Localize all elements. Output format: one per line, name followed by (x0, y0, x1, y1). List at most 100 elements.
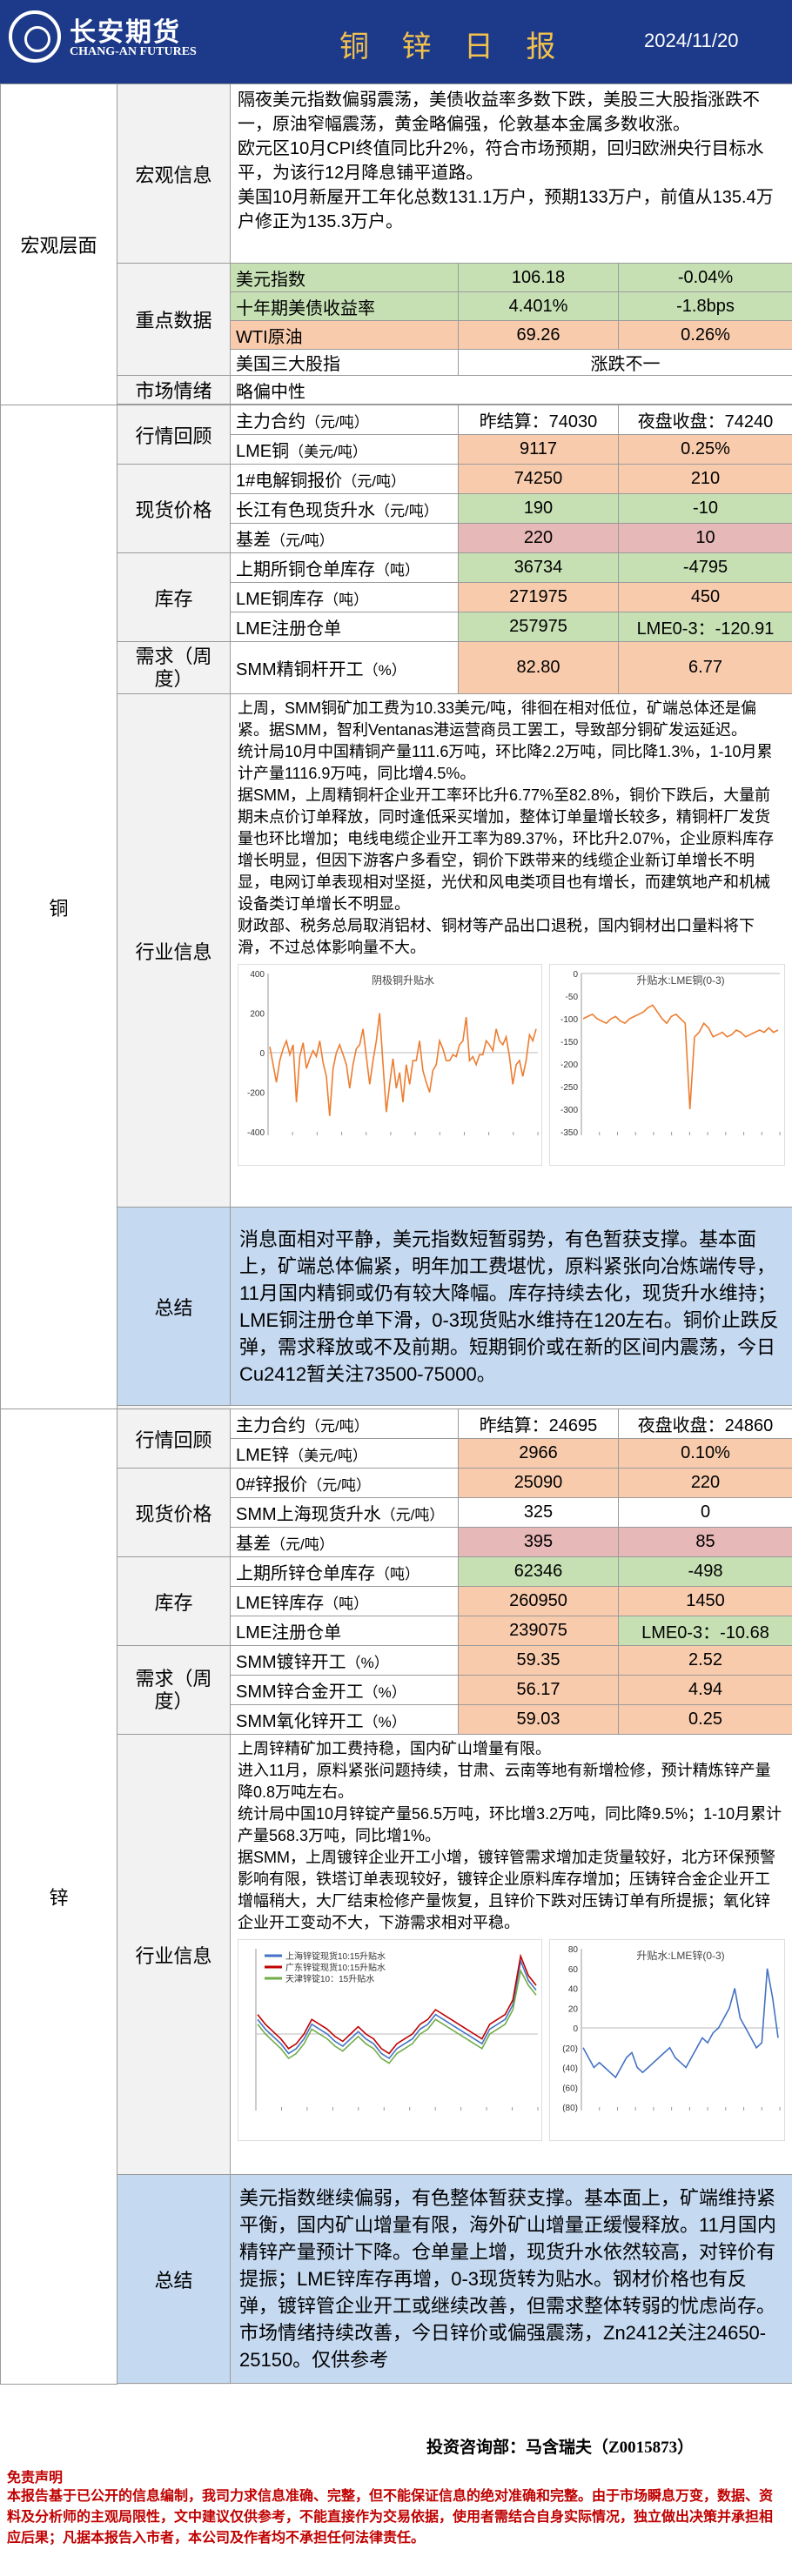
copper-inv-change: 450 (618, 582, 792, 612)
y-tick-label: -100 (560, 1015, 578, 1025)
y-tick-label: 60 (568, 1965, 579, 1975)
zinc-basis-change: 85 (618, 1527, 792, 1557)
y-tick-label: -50 (566, 993, 579, 1002)
report-date: 2024/11/20 (644, 30, 739, 51)
zinc-prev-settle: 昨结算：24695 (458, 1408, 619, 1439)
zinc-demand-value: 56.17 (458, 1675, 619, 1705)
zinc-spot-premium-chart: 上海锌锭现货10:15升贴水广东锌锭现货10:15升贴水天津锌锭10：15升贴水 (238, 1939, 543, 2141)
legend-label: 天津锌锭10：15升贴水 (285, 1973, 374, 1984)
y-tick-label: -300 (560, 1106, 578, 1115)
zinc-spot-value: 25090 (458, 1468, 619, 1498)
y-tick-label: (40) (563, 2064, 579, 2074)
zinc-basis-name: 基差（元/吨） (230, 1527, 459, 1557)
copper-market-label: 行情回顾 (117, 405, 231, 465)
y-tick-label: 400 (250, 970, 265, 980)
series-line-0 (582, 1968, 780, 2079)
lme-copper-price: 9117 (458, 434, 619, 465)
zinc-spot-name: 0#锌报价（元/吨） (230, 1468, 459, 1498)
y-tick-label: -250 (560, 1083, 578, 1093)
key-data-name: WTI原油 (230, 320, 459, 350)
zinc-inventory-label: 库存 (117, 1556, 231, 1646)
macro-info-label: 宏观信息 (117, 84, 231, 264)
key-data-label: 重点数据 (117, 263, 231, 376)
copper-demand-change: 6.77 (618, 641, 792, 694)
brand-name-en: CHANG-AN FUTURES (70, 45, 197, 58)
key-data-value: 69.26 (458, 320, 619, 350)
copper-spot-premium-chart: 400 200 0 -200 -400 阴极铜升贴水 (238, 964, 543, 1166)
copper-night-close: 夜盘收盘：74240 (618, 405, 792, 435)
zinc-inv-change: -498 (618, 1556, 792, 1587)
series-line-0 (269, 1013, 537, 1116)
copper-spot-name: 1#电解铜报价（元/吨） (230, 464, 459, 494)
disclaimer-text: 本报告基于已公开的信息编制，我司力求信息准确、完整，但不能保证信息的绝对准确和完… (7, 2489, 774, 2546)
sentiment-value: 略偏中性 (230, 375, 792, 405)
copper-spot-change: -10 (618, 493, 792, 524)
y-tick-label: 0 (574, 970, 579, 980)
zinc-industry-label: 行业信息 (117, 1734, 231, 2175)
consultant-credit: 投资咨询部：马含瑞夫（Z0015873） (426, 2439, 695, 2457)
zinc-demand-name: SMM氧化锌开工（%） (230, 1704, 459, 1735)
sentiment-label: 市场情绪 (117, 375, 231, 405)
copper-spot-name: 长江有色现货升水（元/吨） (230, 493, 459, 524)
y-tick-label: -200 (560, 1061, 578, 1070)
copper-inv-value: 257975 (458, 612, 619, 642)
copper-demand-label: 需求（周度） (117, 641, 231, 694)
copper-demand-value: 82.80 (458, 641, 619, 694)
copper-inventory-label: 库存 (117, 552, 231, 642)
zinc-industry-text: 上周锌精矿加工费持稳，国内矿山增量有限。 进入11月，原料紧张问题持续，甘肃、云南… (230, 1734, 792, 2175)
zinc-inv-value: 239075 (458, 1616, 619, 1646)
brand-name: 长安期货 (70, 18, 181, 47)
copper-industry-text: 上周，SMM铜矿加工费为10.33美元/吨，徘徊在相对低位，矿端总体还是偏紧。据… (230, 693, 792, 1208)
copper-prev-settle: 昨结算：74030 (458, 405, 619, 435)
lme-copper-spread-chart: 0 -50 -100 -150 -200 -250 -300 -350 升贴水:LME铜(0-3… (549, 964, 785, 1166)
copper-spot-change: 210 (618, 464, 792, 494)
report-title: 铜 锌 日 报 (339, 30, 568, 64)
zinc-spot-change: 220 (618, 1468, 792, 1498)
y-tick-label: -150 (560, 1038, 578, 1047)
key-data-change: 0.26% (618, 320, 792, 350)
zinc-demand-name: SMM锌合金开工（%） (230, 1675, 459, 1705)
zinc-inv-change: 1450 (618, 1586, 792, 1616)
disclaimer-title: 免责声明 (7, 2471, 64, 2486)
macro-info-text: 隔夜美元指数偏弱震荡，美债收益率多数下跌，美股三大股指涨跌不一，原油窄幅震荡，黄… (230, 84, 792, 264)
copper-basis-value: 220 (458, 523, 619, 553)
zinc-demand-change: 0.25 (618, 1704, 792, 1735)
copper-inv-change: -4795 (618, 552, 792, 583)
lme-zinc-name: LME锌（美元/吨） (230, 1438, 459, 1469)
y-tick-label: (20) (563, 2044, 579, 2054)
copper-main-contract: 主力合约（元/吨） (230, 405, 459, 435)
copper-inv-name: LME注册仓单 (230, 612, 459, 642)
y-tick-label: 200 (250, 1010, 265, 1020)
zinc-inv-name: 上期所锌仓单库存（吨） (230, 1556, 459, 1587)
key-data-name: 美元指数 (230, 263, 459, 292)
y-tick-label: (60) (563, 2084, 579, 2093)
zinc-spot-value: 325 (458, 1497, 619, 1528)
zinc-inv-value: 260950 (458, 1586, 619, 1616)
chart-title: 升贴水:LME铜(0-3) (637, 974, 725, 987)
y-tick-label: -400 (247, 1128, 265, 1138)
y-tick-label: -350 (560, 1128, 578, 1138)
key-data-value: 4.401% (458, 291, 619, 321)
zinc-market-label: 行情回顾 (117, 1408, 231, 1469)
y-tick-label: (80) (563, 2104, 579, 2113)
zinc-demand-name: SMM镀锌开工（%） (230, 1645, 459, 1676)
report-footer: 投资咨询部：马含瑞夫（Z0015873） 免责声明 本报告基于已公开的信息编制，… (0, 2425, 792, 2576)
zinc-inv-name: LME锌库存（吨） (230, 1586, 459, 1616)
zinc-summary-label: 总结 (117, 2174, 231, 2384)
lme-zinc-spread-chart: 80 60 40 20 0 (20) (40) (60) (80) 升贴水:LME锌(0-3) (549, 1939, 785, 2141)
legend-label: 上海锌锭现货10:15升贴水 (285, 1950, 386, 1962)
copper-spot-label: 现货价格 (117, 464, 231, 553)
y-tick-label: 80 (568, 1945, 579, 1955)
copper-industry-label: 行业信息 (117, 693, 231, 1208)
zinc-demand-value: 59.35 (458, 1645, 619, 1676)
copper-summary-label: 总结 (117, 1207, 231, 1406)
y-tick-label: 40 (568, 1985, 579, 1995)
copper-spot-value: 190 (458, 493, 619, 524)
zinc-inv-value: 62346 (458, 1556, 619, 1587)
zinc-demand-change: 2.52 (618, 1645, 792, 1676)
zinc-spot-label: 现货价格 (117, 1468, 231, 1557)
y-tick-label: 20 (568, 2004, 579, 2014)
key-data-change: -1.8bps (618, 291, 792, 321)
zinc-demand-value: 59.03 (458, 1704, 619, 1735)
zinc-demand-change: 4.94 (618, 1675, 792, 1705)
